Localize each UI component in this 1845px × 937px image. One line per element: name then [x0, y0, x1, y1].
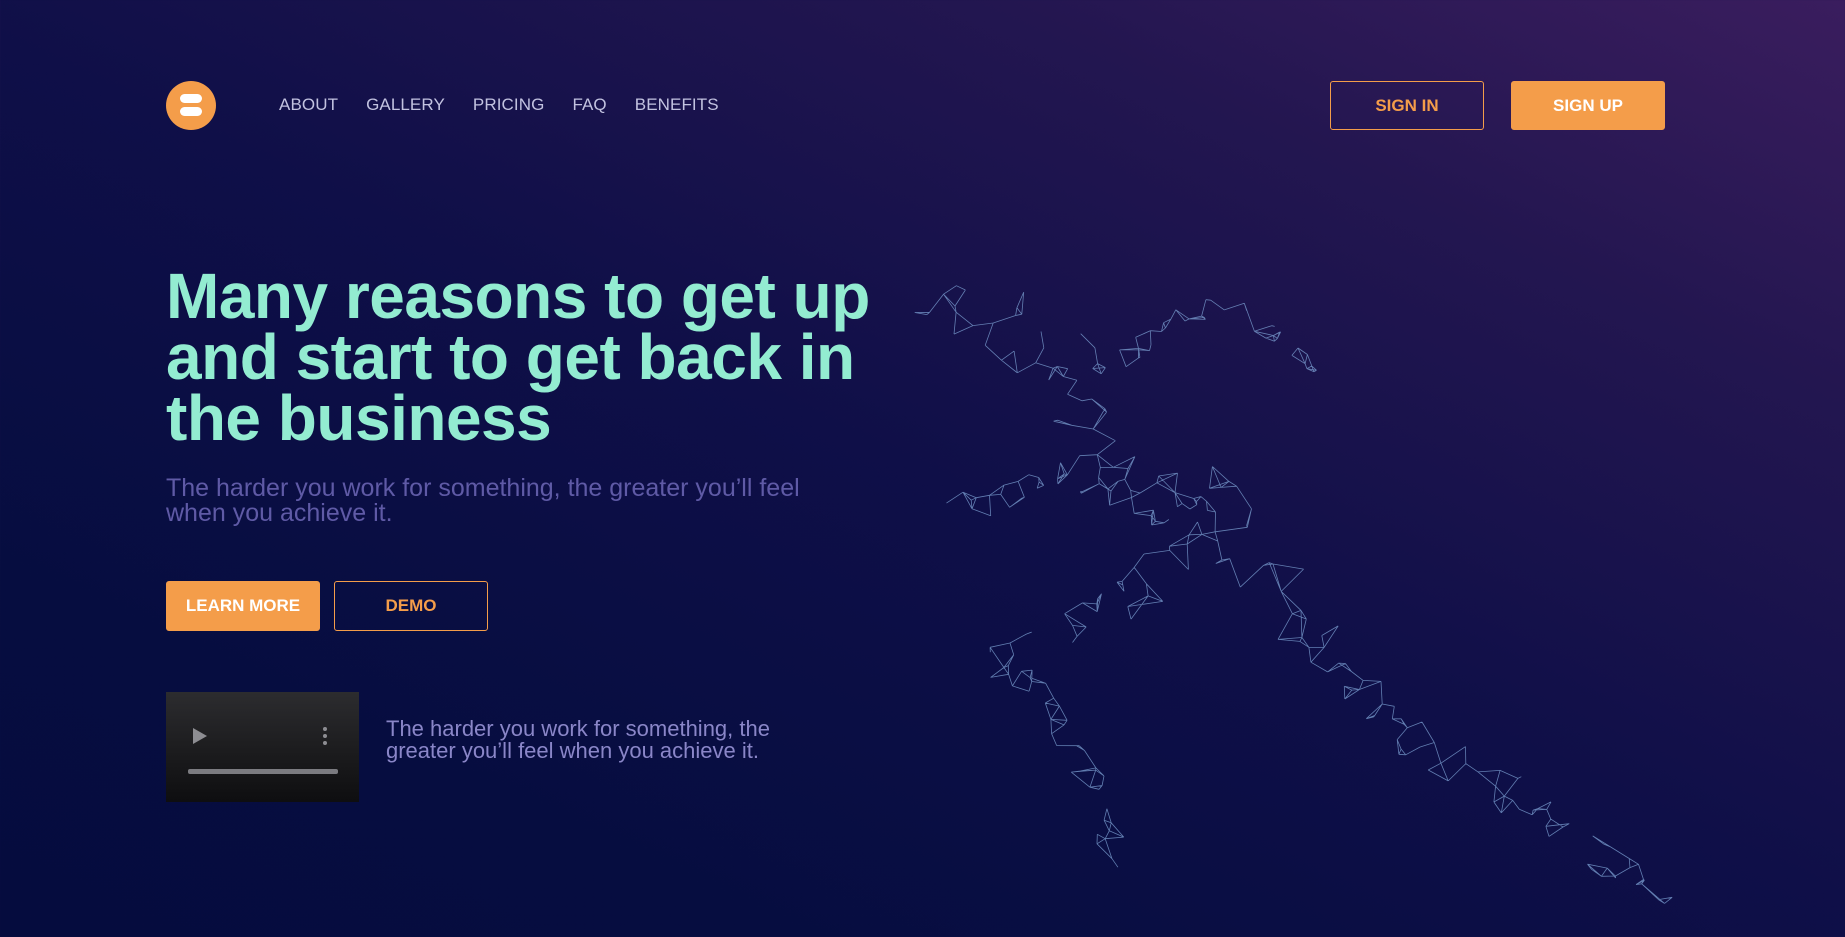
nav-gallery[interactable]: GALLERY [366, 95, 445, 115]
main-nav: ABOUT GALLERY PRICING FAQ BENEFITS [279, 95, 719, 115]
hero-subtitle: The harder you work for something, the g… [166, 474, 800, 527]
hero-title: Many reasons to get up and start to get … [166, 260, 870, 454]
sign-up-button[interactable]: SIGN UP [1511, 81, 1665, 130]
sign-in-button[interactable]: SIGN IN [1330, 81, 1484, 130]
learn-more-button[interactable]: LEARN MORE [166, 581, 320, 631]
nav-benefits[interactable]: BENEFITS [635, 95, 719, 115]
logo-icon[interactable] [166, 81, 216, 130]
nav-faq[interactable]: FAQ [572, 95, 606, 115]
video-progress-bar[interactable] [188, 769, 338, 774]
video-player[interactable] [166, 692, 359, 802]
play-icon[interactable] [193, 728, 207, 744]
logo-bar-bottom [180, 107, 202, 116]
wireframe-mesh [914, 285, 1673, 904]
video-caption: The harder you work for something, the g… [386, 716, 770, 763]
logo-bar-top [180, 94, 202, 103]
nav-about[interactable]: ABOUT [279, 95, 338, 115]
wireframe-runner-illustration [914, 285, 1673, 904]
demo-button[interactable]: DEMO [334, 581, 488, 631]
nav-pricing[interactable]: PRICING [473, 95, 545, 115]
more-vertical-icon[interactable] [323, 727, 327, 747]
header: ABOUT GALLERY PRICING FAQ BENEFITS SIGN … [166, 80, 1666, 130]
